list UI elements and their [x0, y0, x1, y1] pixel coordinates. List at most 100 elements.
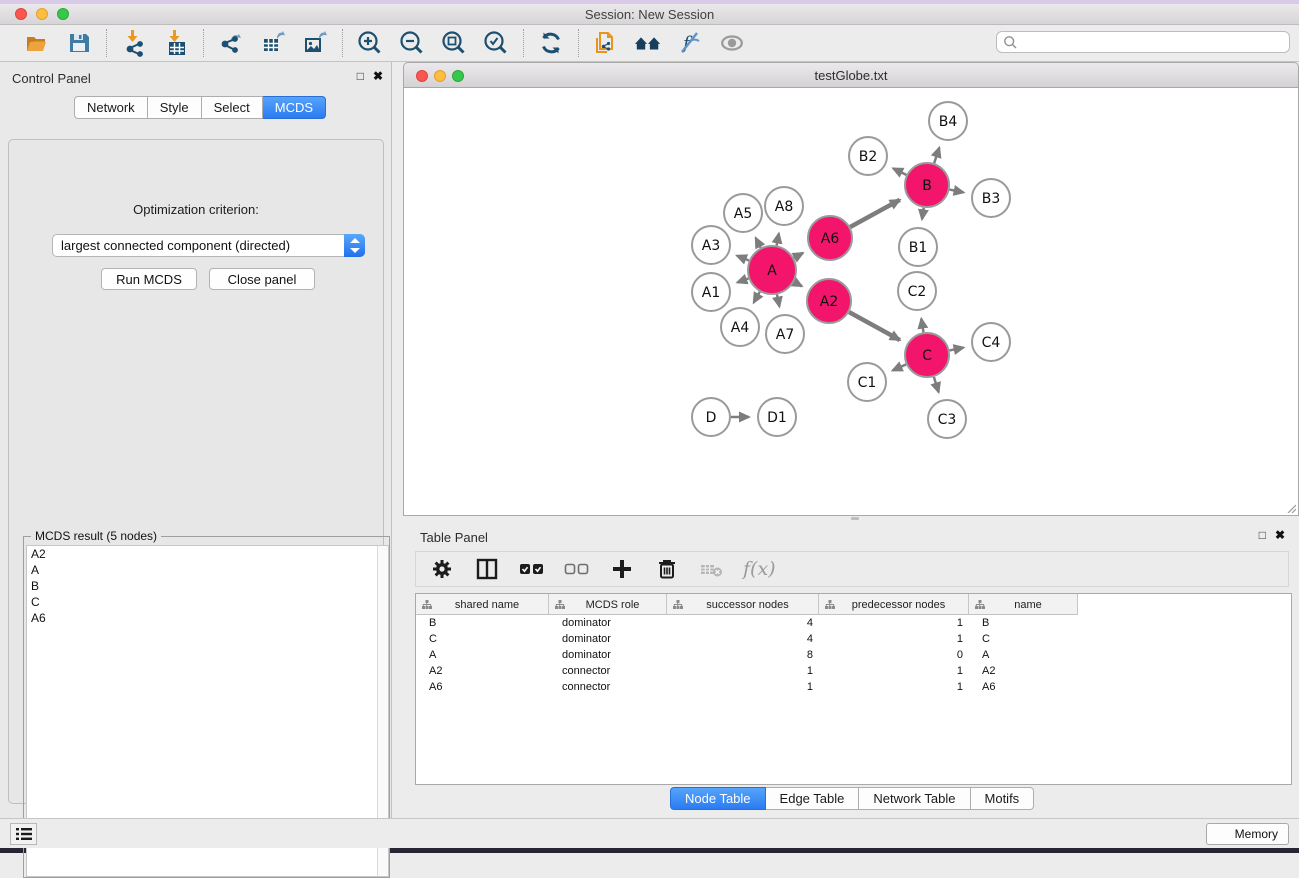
criterion-dropdown[interactable]: largest connected component (directed) [52, 234, 365, 257]
table-row[interactable]: A6connector11A6 [416, 679, 1291, 695]
table-cell[interactable]: 1 [819, 633, 969, 645]
table-row[interactable]: Bdominator41B [416, 615, 1291, 631]
edge-B-B2[interactable] [893, 168, 906, 175]
column-header-name[interactable]: name [969, 594, 1078, 615]
column-header-predecessor-nodes[interactable]: predecessor nodes [819, 594, 969, 615]
edge-A-A7[interactable] [777, 294, 779, 306]
edge-C-C1[interactable] [893, 364, 906, 370]
export-image-icon[interactable] [301, 29, 329, 57]
maximize-window-icon[interactable] [57, 8, 69, 20]
node-B[interactable]: B [905, 163, 949, 207]
hide-selected-icon[interactable]: f [676, 29, 704, 57]
tab-node-table[interactable]: Node Table [670, 787, 766, 810]
tab-edge-table[interactable]: Edge Table [766, 787, 860, 810]
deselect-all-icon[interactable] [563, 555, 591, 583]
edge-B-B4[interactable] [934, 148, 939, 164]
table-row[interactable]: Cdominator41C [416, 631, 1291, 647]
node-D1[interactable]: D1 [758, 398, 796, 436]
search-box[interactable] [996, 31, 1290, 53]
table-cell[interactable]: A6 [416, 681, 549, 693]
result-list-item[interactable]: A2 [27, 546, 388, 562]
edge-A-A3[interactable] [737, 256, 749, 261]
zoom-in-icon[interactable] [356, 29, 384, 57]
node-B3[interactable]: B3 [972, 179, 1010, 217]
tab-motifs[interactable]: Motifs [971, 787, 1035, 810]
table-cell[interactable]: 1 [667, 681, 819, 693]
node-B2[interactable]: B2 [849, 137, 887, 175]
table-cell[interactable]: connector [549, 665, 667, 677]
node-D[interactable]: D [692, 398, 730, 436]
node-A6[interactable]: A6 [808, 216, 852, 260]
node-B4[interactable]: B4 [929, 102, 967, 140]
edge-A-A6[interactable] [794, 253, 803, 258]
delete-column-trash-icon[interactable] [653, 555, 681, 583]
result-list-item[interactable]: B [27, 578, 388, 594]
edge-A-A2[interactable] [794, 282, 802, 286]
table-cell[interactable]: B [969, 617, 1078, 629]
table-cell[interactable]: 1 [819, 665, 969, 677]
node-A2[interactable]: A2 [807, 279, 851, 323]
table-cell[interactable]: 8 [667, 649, 819, 661]
import-table-icon[interactable] [162, 29, 190, 57]
table-cell[interactable]: 1 [667, 665, 819, 677]
node-table[interactable]: shared nameMCDS rolesuccessor nodesprede… [415, 593, 1292, 785]
tab-network[interactable]: Network [74, 96, 148, 119]
clone-network-icon[interactable] [592, 29, 620, 57]
edge-B-B3[interactable] [950, 190, 964, 193]
node-C4[interactable]: C4 [972, 323, 1010, 361]
float-panel-icon[interactable]: □ [357, 69, 364, 83]
show-column-panel-icon[interactable] [473, 555, 501, 583]
result-list-item[interactable]: A6 [27, 610, 388, 626]
tab-mcds[interactable]: MCDS [263, 96, 326, 119]
table-cell[interactable]: 4 [667, 617, 819, 629]
edge-A-A1[interactable] [737, 278, 748, 282]
table-cell[interactable]: 1 [819, 617, 969, 629]
node-C[interactable]: C [905, 333, 949, 377]
node-B1[interactable]: B1 [899, 228, 937, 266]
table-cell[interactable]: B [416, 617, 549, 629]
resize-grip-icon[interactable] [1286, 503, 1296, 513]
edge-A2-C[interactable] [849, 312, 900, 340]
edge-C-C4[interactable] [950, 348, 964, 351]
node-C1[interactable]: C1 [848, 363, 886, 401]
memory-button[interactable]: Memory [1206, 823, 1289, 845]
network-minimize-icon[interactable] [434, 70, 446, 82]
edge-B-B1[interactable] [922, 208, 924, 220]
import-network-icon[interactable] [120, 29, 148, 57]
tab-network-table[interactable]: Network Table [859, 787, 970, 810]
edge-A6-B[interactable] [850, 200, 900, 227]
node-A8[interactable]: A8 [765, 187, 803, 225]
table-cell[interactable]: A6 [969, 681, 1078, 693]
table-cell[interactable]: dominator [549, 633, 667, 645]
create-column-icon[interactable] [608, 555, 636, 583]
task-history-button[interactable] [10, 823, 37, 845]
result-list-item[interactable]: C [27, 594, 388, 610]
refresh-icon[interactable] [537, 29, 565, 57]
zoom-out-icon[interactable] [398, 29, 426, 57]
table-cell[interactable]: C [969, 633, 1078, 645]
table-cell[interactable]: A [416, 649, 549, 661]
first-neighbors-icon[interactable] [634, 29, 662, 57]
column-header-MCDS-role[interactable]: MCDS role [549, 594, 667, 615]
delete-table-icon[interactable] [698, 555, 726, 583]
close-panel-icon[interactable]: ✖ [373, 69, 383, 83]
open-file-icon[interactable] [23, 29, 51, 57]
table-cell[interactable]: A2 [969, 665, 1078, 677]
table-settings-gear-icon[interactable] [428, 555, 456, 583]
zoom-fit-icon[interactable] [440, 29, 468, 57]
node-C3[interactable]: C3 [928, 400, 966, 438]
edge-C-C3[interactable] [934, 377, 939, 392]
table-cell[interactable]: A [969, 649, 1078, 661]
zoom-selected-icon[interactable] [482, 29, 510, 57]
run-mcds-button[interactable]: Run MCDS [101, 268, 197, 290]
table-cell[interactable]: A2 [416, 665, 549, 677]
table-cell[interactable]: dominator [549, 617, 667, 629]
table-cell[interactable]: dominator [549, 649, 667, 661]
node-A7[interactable]: A7 [766, 315, 804, 353]
result-list-item[interactable]: A [27, 562, 388, 578]
node-A5[interactable]: A5 [724, 194, 762, 232]
column-header-shared-name[interactable]: shared name [416, 594, 549, 615]
float-table-panel-icon[interactable]: □ [1259, 528, 1266, 542]
tab-select[interactable]: Select [202, 96, 263, 119]
export-network-icon[interactable] [217, 29, 245, 57]
